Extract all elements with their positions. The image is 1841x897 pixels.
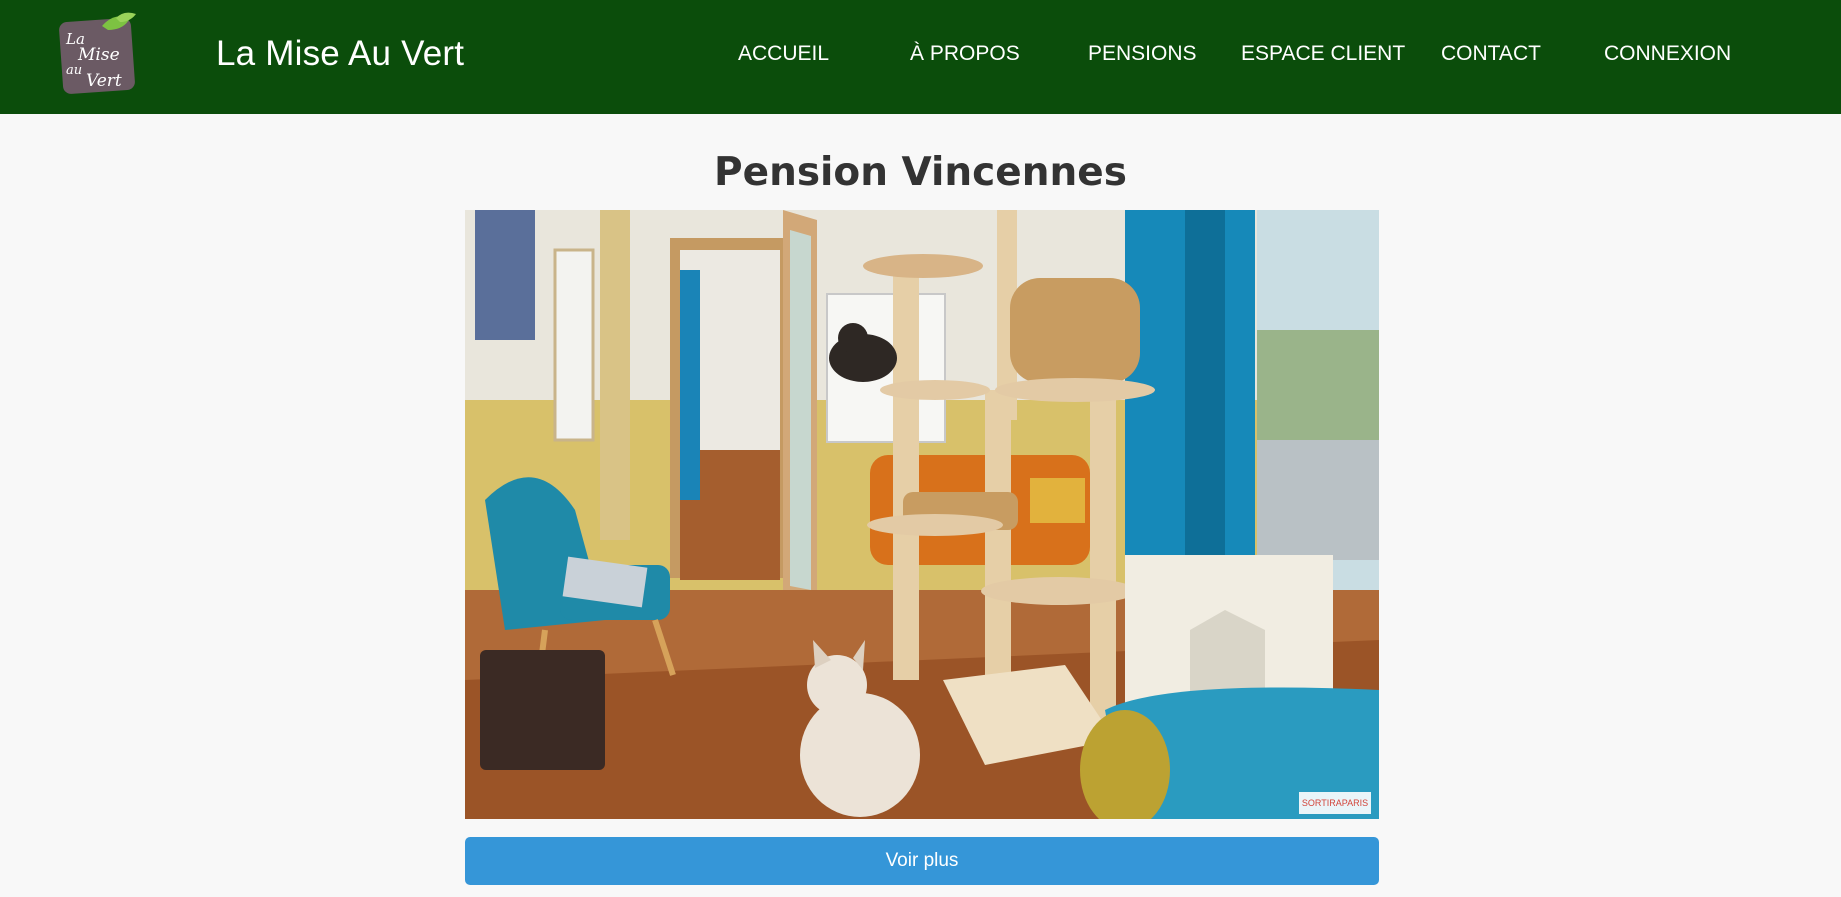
nav-contact[interactable]: CONTACT [1441,42,1541,66]
nav-connexion[interactable]: CONNEXION [1604,42,1731,66]
nav-pensions[interactable]: PENSIONS [1088,42,1197,66]
svg-text:Vert: Vert [86,71,122,91]
nav-a-propos[interactable]: À PROPOS [910,42,1020,66]
nav-espace-client[interactable]: ESPACE CLIENT [1241,42,1405,66]
site-name[interactable]: La Mise Au Vert [216,34,464,74]
page-title: Pension Vincennes [714,150,1127,196]
site-logo[interactable]: La Mise au Vert [58,12,142,96]
svg-text:Mise: Mise [77,45,120,65]
photo-watermark: SORTIRAPARIS [1302,798,1368,808]
pension-photo: SORTIRAPARIS [465,210,1379,819]
top-navigation-bar: La Mise au Vert La Mise Au Vert ACCUEIL … [0,0,1841,114]
nav-accueil[interactable]: ACCUEIL [738,42,829,66]
cat-room-illustration: SORTIRAPARIS [465,210,1379,819]
svg-text:au: au [66,63,82,78]
voir-plus-button[interactable]: Voir plus [465,837,1379,885]
